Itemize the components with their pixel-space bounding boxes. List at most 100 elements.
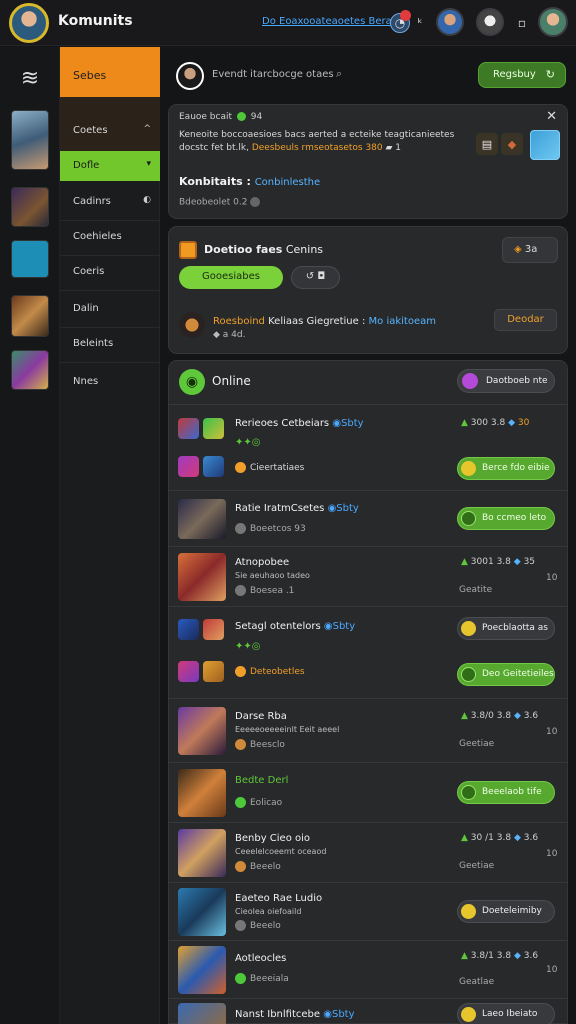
game-thumb-4[interactable] (11, 295, 49, 337)
player-action-button[interactable]: Berce fdo eibie (457, 457, 555, 480)
player-row[interactable]: Darse Rba Eeeeeoeeeeinlt Eeit aeeel Bees… (169, 699, 567, 763)
search-bar[interactable]: Evendt itarcbocge otaes ⌕ (176, 60, 476, 92)
stat-value: 3.8 (490, 418, 506, 428)
player-stats: ▲ 30 /1 3.8 ◆ 3.6 (461, 833, 538, 843)
smiley-icon (461, 1007, 476, 1022)
player-action-button[interactable]: Poecblaotta as (457, 617, 555, 640)
player-stats: ▲ 300 3.8 ◆ 30 (461, 418, 529, 428)
trophy-icon: ▲ (461, 418, 468, 428)
player-action-button[interactable]: Doeteleimiby (457, 900, 555, 923)
player-row[interactable]: Setagl otentelors ◉Sbty ✦✦◎ Deteobetles … (169, 607, 567, 699)
player-row[interactable]: Aotleocles Beeeiala ▲ 3.8/1 3.8 ◆ 3.6 10… (169, 941, 567, 999)
coin-icon (235, 739, 246, 750)
user-avatar[interactable] (176, 62, 204, 90)
notice-card: Eauoe bcait 94 ✕ Keneoite boccoaesioes b… (168, 104, 568, 219)
app-root: Komunits Do Eoaxooateaoetes Berag ◔ ᵏ ▫ … (0, 0, 576, 1024)
clock-icon (235, 523, 246, 534)
register-button[interactable]: Regsbuy ↻ (478, 62, 566, 88)
check-icon (461, 785, 476, 800)
menu-item-nnes[interactable]: Nnes (60, 367, 160, 397)
player-status: Geetiae (459, 739, 495, 749)
stat-value: 3.6 (523, 951, 539, 961)
app-logo[interactable] (9, 3, 49, 43)
friend-avatar-2[interactable] (476, 8, 504, 36)
game-thumb-5[interactable] (11, 350, 49, 390)
player-row[interactable]: Nanst Ibnlfitcebe ◉Sbty Laeo Ibeiato (169, 999, 567, 1024)
menu-item-beleints[interactable]: Beleints (60, 329, 160, 359)
player-meta: Beeelo (235, 861, 281, 872)
menu-item-dofle[interactable]: Dofle ▾ (60, 151, 160, 181)
player-action-button[interactable]: Laeo Ibeiato (457, 1003, 555, 1024)
event-primary-button[interactable]: Gooesiabes (179, 266, 283, 289)
menu-item-cadinrs[interactable]: Cadinrs ◐ (60, 187, 160, 217)
friend-avatar-1[interactable] (436, 8, 464, 36)
star-icon (235, 462, 246, 473)
notice-title-link[interactable]: Conbinlesthe (255, 177, 320, 188)
waves-icon[interactable]: ≋ (14, 68, 46, 90)
close-icon[interactable]: ✕ (546, 109, 557, 124)
player-action-button[interactable]: Beeelaob tife (457, 781, 555, 804)
search-icon[interactable]: ⌕ (336, 67, 342, 81)
menu-header[interactable]: Sebes (60, 47, 160, 97)
diamond-icon: ◆ (513, 951, 521, 961)
player-meta: Beesclo (235, 739, 285, 750)
chevron-up-icon: ^ (143, 124, 151, 134)
notice-body-line1: Keneoite boccoaesioes bacs aerted a ecte… (179, 130, 455, 140)
menu-item-coeris[interactable]: Coeris (60, 257, 160, 287)
arrow-icon[interactable]: ᵏ (410, 13, 430, 33)
player-name-text: Rerieoes Cetbeiars (235, 418, 330, 429)
player-action-label: Berce fdo eibie (482, 463, 550, 473)
player-row[interactable]: Bedte Derl Eolicao Beeelaob tife (169, 763, 567, 823)
search-text[interactable]: Evendt itarcbocge otaes (212, 69, 334, 80)
player-name: Rerieoes Cetbeiars ◉Sbty (235, 418, 364, 429)
menu-item-dalin[interactable]: Dalin (60, 294, 160, 324)
register-button-label: Regsbuy (493, 69, 536, 80)
item-icon[interactable]: ◆ (501, 133, 523, 155)
card-avatar[interactable] (530, 130, 560, 160)
player-secondary-label: Deo Geitetieiles (482, 669, 554, 679)
event-line-c[interactable]: Mo iakitoeam (369, 316, 436, 327)
player-sub: Cieolea oiefoaild (235, 907, 302, 916)
profile-avatar[interactable] (538, 7, 568, 37)
player-row[interactable]: Atnopobee Sie aeuhaoo tadeo Boesea .1 ▲ … (169, 547, 567, 607)
event-pill-label: 3a (524, 244, 538, 255)
chest-icon[interactable]: ▤ (476, 133, 498, 155)
player-sub: Eeeeeoeeeeinlt Eeit aeeel (235, 725, 340, 734)
online-filter-button[interactable]: Daotboeb nte (457, 369, 555, 393)
menu-item-label: Coetes (73, 125, 108, 136)
event-action-button[interactable]: Deodar (494, 309, 557, 331)
player-row[interactable]: Eaeteo Rae Ludio Cieolea oiefoaild Beeel… (169, 883, 567, 941)
player-action-button[interactable]: Bo ccmeo leto (457, 507, 555, 530)
event-pill[interactable]: ◈ 3a (502, 237, 558, 263)
window-icon[interactable]: ▫ (512, 13, 532, 33)
clock-icon (235, 920, 246, 931)
notice-body-tail: ▰ 1 (385, 143, 402, 153)
mini-avatar (203, 619, 224, 640)
player-avatar (178, 829, 226, 877)
player-name: Aotleocles (235, 953, 287, 964)
smiley-icon (461, 621, 476, 636)
game-thumb-1[interactable] (11, 110, 49, 170)
player-meta-text: Beesclo (250, 740, 285, 750)
notice-top-number: 94 (250, 112, 263, 122)
player-row[interactable]: Ratie IratmCsetes ◉Sbty Boeetcos 93 Bo c… (169, 491, 567, 547)
refresh-icon: ↻ (545, 68, 555, 81)
player-row[interactable]: Benby Cieo oio Ceeelelcoeemt oceaod Beee… (169, 823, 567, 883)
info-icon[interactable] (250, 197, 261, 207)
player-name: Setagl otentelors ◉Sbty (235, 621, 355, 632)
game-thumb-2[interactable] (11, 187, 49, 227)
top-link[interactable]: Do Eoaxooateaoetes Berag (262, 16, 398, 27)
menu-item-coetes[interactable]: Coetes ^ (60, 116, 160, 146)
player-tag: ◉Sbty (327, 503, 359, 514)
player-name: Eaeteo Rae Ludio (235, 893, 323, 904)
player-rank: 10 (546, 727, 558, 737)
stat-value: 300 (470, 418, 488, 428)
event-secondary-button[interactable]: ↺ ◘ (291, 266, 340, 289)
player-sub: Ceeelelcoeemt oceaod (235, 847, 327, 856)
player-rank: 10 (546, 573, 558, 583)
menu-item-coehieles[interactable]: Coehieles (60, 222, 160, 252)
game-thumb-3[interactable] (11, 240, 49, 278)
player-row[interactable]: Rerieoes Cetbeiars ◉Sbty ✦✦◎ Cieertatiae… (169, 406, 567, 491)
notice-body: Keneoite boccoaesioes bacs aerted a ecte… (179, 129, 469, 155)
player-secondary-button[interactable]: Deo Geitetieiles (457, 663, 555, 686)
